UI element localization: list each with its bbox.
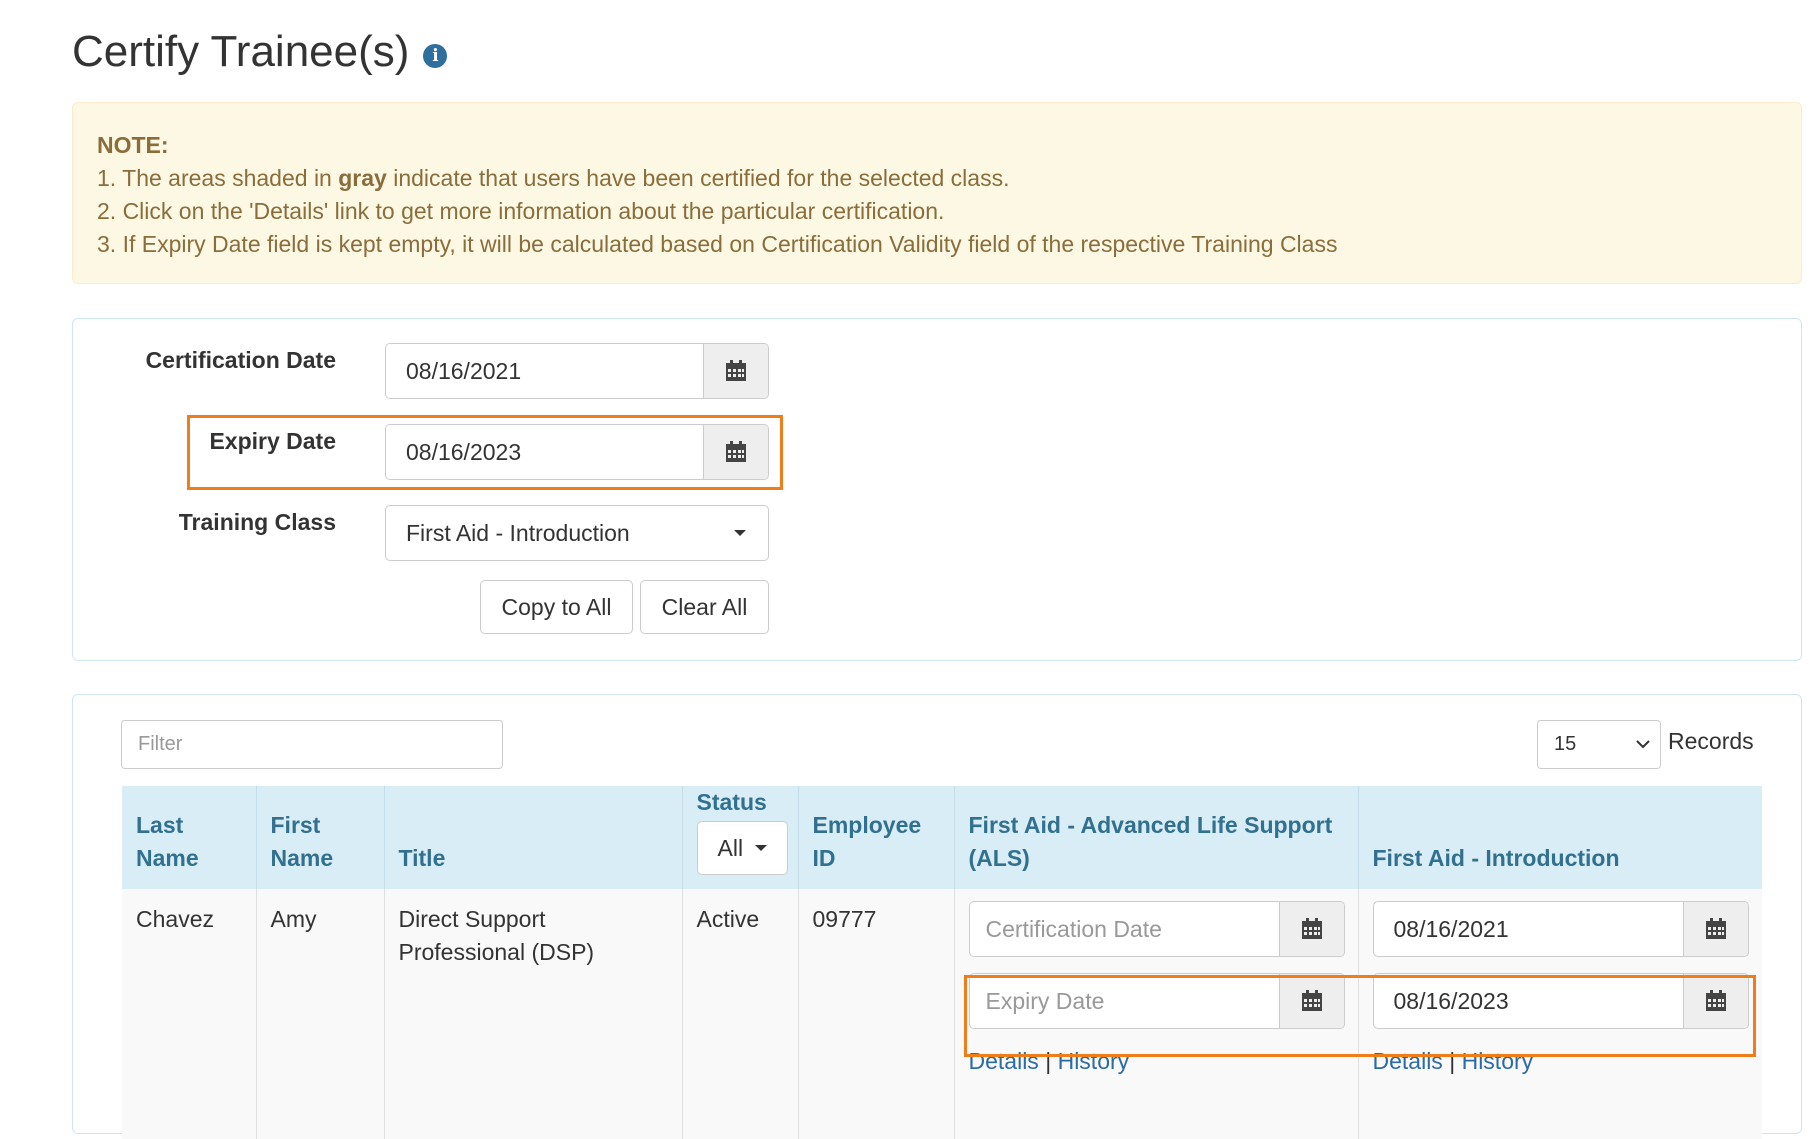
note-line-1-suffix: indicate that users have been certified … <box>386 165 1010 191</box>
cell-first-name: Amy <box>256 889 385 1139</box>
cell-title: Direct Support Professional (DSP) <box>384 889 683 1139</box>
cell-employee-id: 09777 <box>798 889 955 1139</box>
chevron-down-icon <box>1636 740 1650 749</box>
certification-date-input[interactable]: 08/16/2021 <box>386 344 703 398</box>
records-select-value: 15 <box>1554 733 1577 755</box>
note-line-1-prefix: 1. The areas shaded in <box>97 165 339 191</box>
cell-last-name: Chavez <box>122 889 257 1139</box>
training-class-value: First Aid - Introduction <box>406 519 630 546</box>
calendar-icon[interactable] <box>1682 902 1748 956</box>
caret-down-icon <box>755 845 768 851</box>
training-class-label: Training Class <box>178 509 336 535</box>
note-box: NOTE: 1. The areas shaded in gray indica… <box>72 102 1802 284</box>
filter-input[interactable]: Filter <box>121 720 503 769</box>
note-title: NOTE: <box>97 132 169 158</box>
trainee-table: Last Name First Name Title Status All Em… <box>122 786 1762 1139</box>
page-title: Certify Trainee(s) i <box>72 24 448 80</box>
als-certification-date-input[interactable]: Certification Date <box>970 902 1279 956</box>
clear-all-button[interactable]: Clear All <box>640 580 769 634</box>
certification-date-label: Certification Date <box>145 347 336 373</box>
expiry-date-highlight <box>187 415 783 490</box>
column-header-employee-id[interactable]: Employee ID <box>798 786 955 889</box>
column-header-last-name[interactable]: Last Name <box>122 786 257 889</box>
column-header-first-name[interactable]: First Name <box>256 786 385 889</box>
caret-down-icon <box>734 530 746 536</box>
note-line-1: 1. The areas shaded in gray indicate tha… <box>97 162 1801 195</box>
records-select[interactable]: 15 <box>1537 720 1661 769</box>
cell-status: Active <box>682 889 799 1139</box>
note-line-2: 2. Click on the 'Details' link to get mo… <box>97 198 945 224</box>
calendar-icon[interactable] <box>1278 902 1344 956</box>
column-header-status: Status All <box>682 786 799 889</box>
copy-to-all-button[interactable]: Copy to All <box>480 580 633 634</box>
intro-certification-date-input[interactable]: 08/16/2021 <box>1374 902 1683 956</box>
column-header-class-als[interactable]: First Aid - Advanced Life Support (ALS) <box>954 786 1359 889</box>
certification-date-input-group: 08/16/2021 <box>385 343 769 399</box>
status-filter-dropdown[interactable]: All <box>696 821 789 875</box>
expiry-row-highlight <box>964 975 1756 1057</box>
table-header-row: Last Name First Name Title Status All Em… <box>122 786 1762 889</box>
note-line-3: 3. If Expiry Date field is kept empty, i… <box>97 231 1338 257</box>
training-class-select[interactable]: First Aid - Introduction <box>385 505 769 561</box>
column-header-class-intro[interactable]: First Aid - Introduction <box>1358 786 1762 889</box>
intro-certification-date-group: 08/16/2021 <box>1372 901 1749 957</box>
als-certification-date-group: Certification Date <box>968 901 1345 957</box>
status-filter-value: All <box>717 834 744 861</box>
note-line-1-bold: gray <box>338 165 387 191</box>
calendar-icon[interactable] <box>703 344 768 398</box>
info-circle-icon[interactable]: i <box>423 44 448 68</box>
page-title-text: Certify Trainee(s) <box>72 27 410 76</box>
column-header-title[interactable]: Title <box>384 786 683 889</box>
records-label: Records <box>1668 728 1754 754</box>
column-header-status-label[interactable]: Status <box>697 786 784 819</box>
